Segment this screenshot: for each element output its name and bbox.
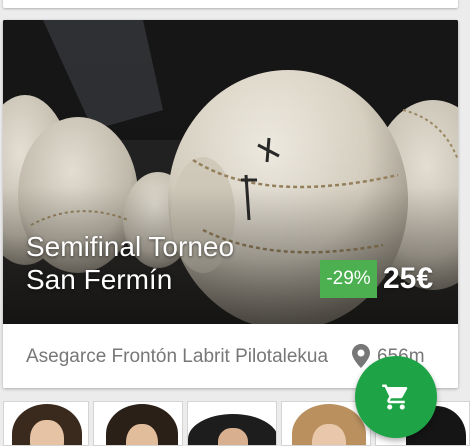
shopping-cart-icon	[382, 384, 408, 410]
thumbnail[interactable]	[3, 401, 89, 446]
event-title: Semifinal Torneo San Fermín	[26, 231, 235, 295]
thumbnail[interactable]	[187, 401, 277, 446]
venue-name: Asegarce Frontón Labrit Pilotalekua	[26, 346, 329, 367]
thumbnail[interactable]	[93, 401, 183, 446]
map-pin-icon	[352, 344, 370, 368]
previous-event-card[interactable]	[3, 0, 458, 8]
cart-button[interactable]	[355, 356, 437, 438]
event-card[interactable]: Semifinal Torneo San Fermín -29% 25€ Ase…	[3, 20, 458, 388]
discount-badge: -29%	[320, 260, 377, 298]
event-price: 25€	[383, 262, 434, 295]
event-image: Semifinal Torneo San Fermín -29% 25€	[3, 20, 458, 324]
